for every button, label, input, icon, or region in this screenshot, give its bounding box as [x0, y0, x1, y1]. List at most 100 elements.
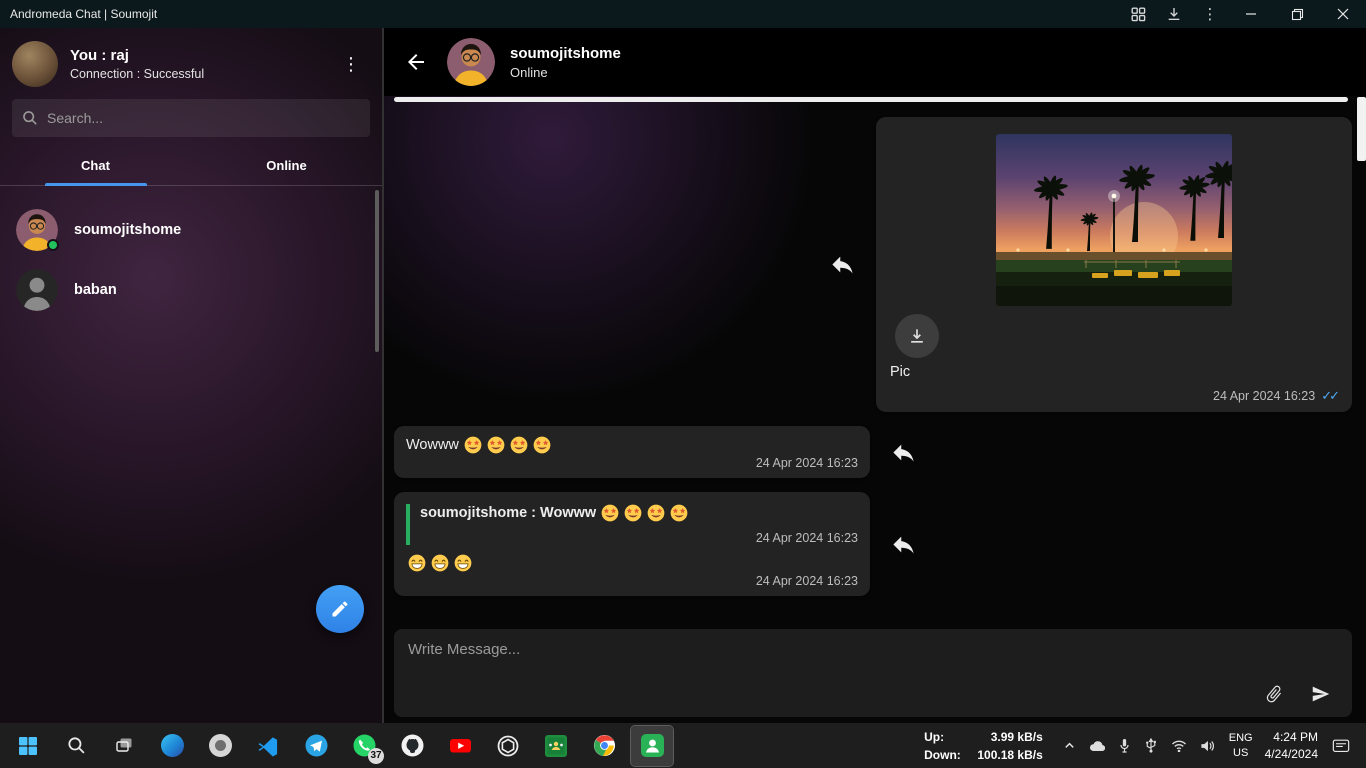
speaker-icon — [1200, 739, 1215, 753]
download-image-button[interactable] — [895, 314, 939, 358]
search-bar — [12, 99, 370, 137]
message-meta: 24 Apr 2024 16:23 — [406, 574, 858, 588]
profile-info: You : raj Connection : Successful — [70, 47, 320, 81]
person-avatar-placeholder — [16, 269, 58, 311]
taskbar-search-button[interactable] — [55, 726, 97, 766]
reply-button[interactable] — [890, 439, 917, 466]
search-input[interactable] — [47, 110, 360, 126]
taskbar-app-telegram[interactable] — [295, 726, 337, 766]
message-row-wow: Wowww 24 Apr 2024 16:23 — [394, 426, 1352, 478]
andromeda-chat-icon — [641, 734, 664, 757]
start-button[interactable] — [7, 726, 49, 766]
volume-tray-button[interactable] — [1198, 737, 1217, 755]
back-button[interactable] — [400, 46, 432, 78]
tab-chat[interactable]: Chat — [0, 146, 191, 185]
usb-icon — [1144, 738, 1158, 753]
message-input[interactable] — [408, 641, 1106, 693]
tab-online-label: Online — [266, 158, 306, 173]
star-struck-emoji — [624, 504, 642, 522]
sunset-photo[interactable] — [996, 134, 1232, 306]
sidebar-scrollbar-thumb[interactable] — [375, 190, 379, 352]
tray-icons — [1061, 736, 1217, 755]
conversation-avatar[interactable] — [447, 38, 495, 86]
close-button[interactable] — [1320, 0, 1366, 28]
beaming-face-emoji — [454, 554, 472, 572]
telegram-icon — [305, 734, 328, 757]
hidden-icons-chevron[interactable] — [1061, 737, 1078, 754]
taskbar-app-classroom[interactable] — [535, 726, 577, 766]
message-timestamp: 24 Apr 2024 16:23 — [756, 456, 858, 470]
time-text: 4:24 PM — [1265, 729, 1318, 746]
reply-message-bubble: soumojitshome : Wowww 24 Apr 2024 16:23 — [394, 492, 870, 596]
message-row-image: Pic 24 Apr 2024 16:23 ✓✓ — [394, 117, 1352, 412]
send-message-button[interactable] — [1310, 683, 1332, 705]
screen: Andromeda Chat | Soumojit ⋮ You : raj Co — [0, 0, 1366, 768]
taskbar-app-chrome[interactable] — [583, 726, 625, 766]
reply-arrow-icon — [890, 439, 917, 466]
system-tray: Up: 3.99 kB/s Down: 100.18 kB/s ENG US 4… — [924, 728, 1362, 764]
restore-button[interactable] — [1274, 0, 1320, 28]
wifi-tray-button[interactable] — [1169, 737, 1189, 754]
browser-menu-button[interactable]: ⋮ — [1192, 0, 1228, 28]
image-caption: Pic — [890, 364, 1338, 380]
user-avatar[interactable] — [12, 41, 58, 87]
minimize-button[interactable] — [1228, 0, 1274, 28]
taskbar-app-edge[interactable] — [151, 726, 193, 766]
window-title: Andromeda Chat | Soumojit — [10, 7, 157, 21]
contact-avatar — [16, 269, 58, 311]
chat-scrollbar[interactable] — [1357, 97, 1366, 723]
chat-list-item-baban[interactable]: baban — [0, 260, 382, 320]
message-text: Wowww — [406, 436, 858, 454]
paperclip-icon — [1264, 684, 1284, 704]
reply-arrow-icon — [890, 531, 917, 558]
conversation-header: soumojitshome Online — [384, 28, 1366, 96]
previous-message-edge — [394, 97, 1348, 102]
attach-file-button[interactable] — [1264, 684, 1284, 704]
pencil-icon — [330, 599, 350, 619]
star-struck-emoji — [487, 436, 505, 454]
taskbar-app-whatsapp[interactable]: 37 — [343, 726, 385, 766]
classroom-icon — [545, 735, 567, 757]
region-code: US — [1229, 746, 1253, 761]
chat-item-name: soumojitshome — [74, 222, 181, 238]
close-icon — [1337, 8, 1349, 20]
tab-online[interactable]: Online — [191, 146, 382, 185]
quoted-message[interactable]: soumojitshome : Wowww 24 Apr 2024 16:23 — [406, 504, 858, 545]
chevron-up-icon — [1063, 739, 1076, 752]
clock-widget[interactable]: 4:24 PM 4/24/2024 — [1265, 729, 1318, 763]
chat-scrollbar-thumb[interactable] — [1357, 97, 1366, 161]
star-struck-emoji — [533, 436, 551, 454]
message-row-grin: soumojitshome : Wowww 24 Apr 2024 16:23 — [394, 492, 1352, 596]
taskbar-app-youtube[interactable] — [439, 726, 481, 766]
notification-center-button[interactable] — [1330, 736, 1352, 756]
microphone-tray-button[interactable] — [1116, 736, 1133, 755]
apps-grid-icon[interactable] — [1120, 0, 1156, 28]
star-struck-emoji — [647, 504, 665, 522]
cloud-tray-button[interactable] — [1087, 737, 1107, 754]
message-scroll-area[interactable]: Pic 24 Apr 2024 16:23 ✓✓ Wowww — [394, 96, 1352, 623]
network-speed-widget[interactable]: Up: 3.99 kB/s Down: 100.18 kB/s — [924, 728, 1043, 764]
taskbar-app-vscode[interactable] — [247, 726, 289, 766]
reply-button[interactable] — [829, 251, 856, 278]
kebab-icon: ⋮ — [342, 54, 360, 74]
usb-tray-button[interactable] — [1142, 736, 1160, 755]
message-composer — [394, 629, 1352, 717]
task-view-button[interactable] — [103, 726, 145, 766]
taskbar-app-gray[interactable] — [199, 726, 241, 766]
sidebar-menu-button[interactable]: ⋮ — [332, 53, 370, 75]
cloud-icon — [1089, 739, 1105, 752]
chat-list-item-soumojitshome[interactable]: soumojitshome — [0, 200, 382, 260]
tab-chat-label: Chat — [81, 158, 110, 173]
taskbar-app-andromeda-chat[interactable] — [631, 726, 673, 766]
window-titlebar: Andromeda Chat | Soumojit ⋮ — [0, 0, 1366, 28]
downloads-button[interactable] — [1156, 0, 1192, 28]
microphone-icon — [1118, 738, 1131, 753]
taskbar-app-github[interactable] — [391, 726, 433, 766]
message-meta: 24 Apr 2024 16:23 — [406, 456, 858, 470]
new-chat-fab[interactable] — [316, 585, 364, 633]
conversation-header-text: soumojitshome Online — [510, 45, 621, 80]
reply-button[interactable] — [890, 531, 917, 558]
connection-status: Connection : Successful — [70, 67, 320, 81]
language-switcher[interactable]: ENG US — [1229, 731, 1253, 761]
taskbar-app-chatgpt[interactable] — [487, 726, 529, 766]
